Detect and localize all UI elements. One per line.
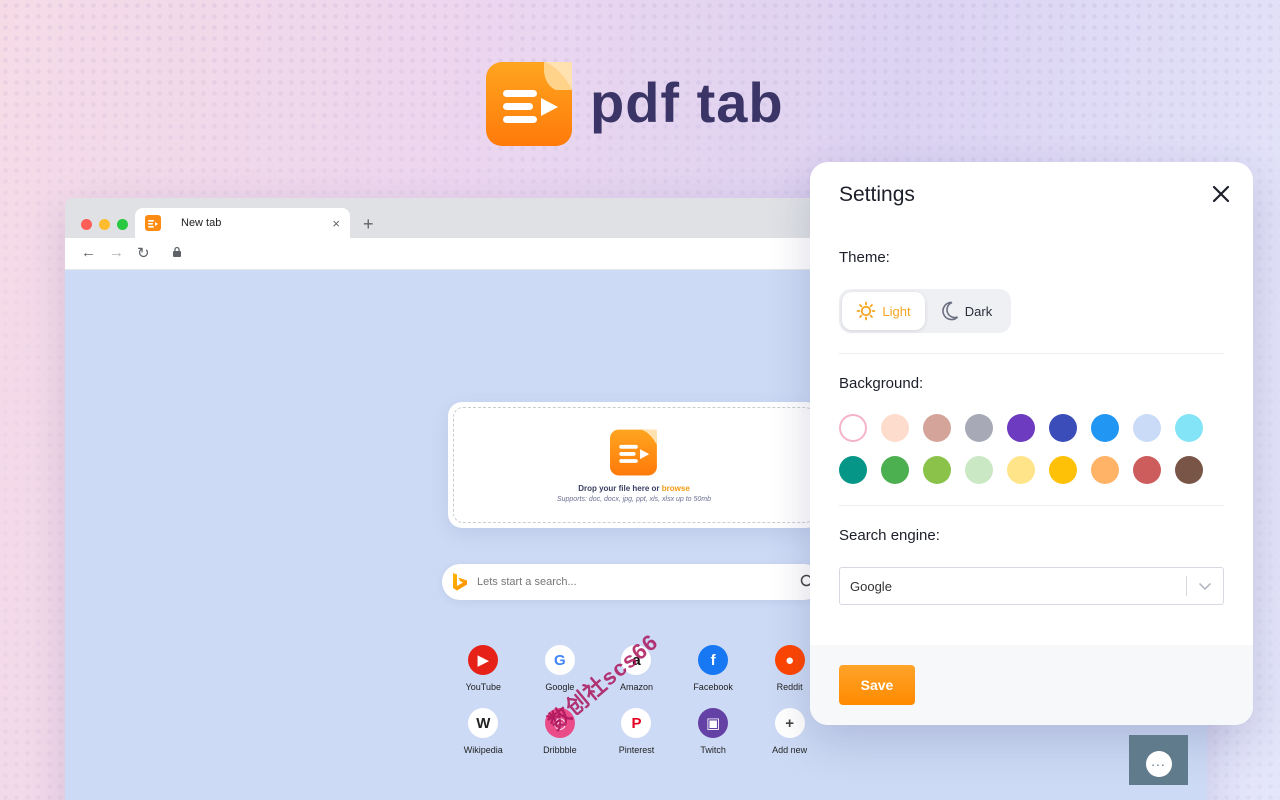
chat-ellipsis: ... <box>1151 753 1166 769</box>
shortcut-wikipedia[interactable]: W Wikipedia <box>445 708 522 755</box>
sun-icon <box>856 301 876 321</box>
background-label: Background: <box>839 375 924 392</box>
shortcut-facebook[interactable]: f Facebook <box>675 645 752 692</box>
pinterest-icon: P <box>621 708 652 738</box>
file-drop-zone[interactable]: Drop your file here or browse Supports: … <box>448 402 820 528</box>
google-icon: G <box>544 645 575 675</box>
new-tab-button[interactable]: + <box>363 215 374 233</box>
theme-light-label: Light <box>882 303 911 319</box>
shortcut-label: Pinterest <box>618 745 655 755</box>
shortcut-label: YouTube <box>465 682 501 692</box>
search-engine-label: Search engine: <box>839 527 940 544</box>
shortcut-label: Twitch <box>700 745 726 755</box>
background-swatch[interactable] <box>881 414 909 442</box>
shortcut-label: Reddit <box>776 682 803 692</box>
chat-bubble-icon: ... <box>1145 751 1172 777</box>
shortcut-label: Dribbble <box>543 745 577 755</box>
chat-widget[interactable]: ... <box>1129 735 1188 785</box>
background-swatch[interactable] <box>1091 456 1119 484</box>
moon-icon <box>941 301 958 321</box>
section-divider <box>839 353 1224 354</box>
shortcut-youtube[interactable]: ▶ YouTube <box>445 645 522 692</box>
supported-formats: Supports: doc, docx, jpg, ppt, xls, xlsx… <box>556 495 712 503</box>
theme-toggle: Light Dark <box>839 289 1011 333</box>
maximize-window-button[interactable] <box>117 219 128 230</box>
background-swatch[interactable] <box>881 456 909 484</box>
minimize-window-button[interactable] <box>99 219 110 230</box>
bing-icon <box>453 573 467 591</box>
pdf-tab-logo-icon <box>486 62 572 146</box>
shortcut-label: Wikipedia <box>463 745 503 755</box>
drop-instructions: Drop your file here or browse <box>578 484 690 493</box>
close-icon[interactable] <box>1209 182 1233 206</box>
reload-icon[interactable]: ↻ <box>137 244 150 262</box>
background-swatch[interactable] <box>965 456 993 484</box>
pdf-tab-favicon-icon <box>145 215 161 231</box>
theme-light-option[interactable]: Light <box>842 292 925 330</box>
background-swatch[interactable] <box>1007 414 1035 442</box>
tab-close-icon[interactable]: × <box>332 216 340 231</box>
search-engine-value: Google <box>850 578 892 594</box>
background-swatch[interactable] <box>839 456 867 484</box>
add-new-icon: + <box>774 708 805 738</box>
youtube-icon: ▶ <box>468 645 499 675</box>
background-swatches <box>839 414 1219 484</box>
background-swatch[interactable] <box>1007 456 1035 484</box>
drop-text: Drop your file here or <box>578 483 660 493</box>
theme-dark-label: Dark <box>964 303 993 319</box>
background-swatch[interactable] <box>1175 456 1203 484</box>
search-bar <box>442 564 822 600</box>
wikipedia-icon: W <box>468 708 499 738</box>
save-button[interactable]: Save <box>839 665 915 705</box>
background-swatch[interactable] <box>1133 456 1161 484</box>
chevron-down-icon[interactable] <box>1187 581 1223 591</box>
background-swatch[interactable] <box>1175 414 1203 442</box>
tab-title: New tab <box>181 217 222 229</box>
close-window-button[interactable] <box>81 219 92 230</box>
back-arrow-icon[interactable]: ← <box>81 244 96 261</box>
background-swatch[interactable] <box>965 414 993 442</box>
browser-tab[interactable]: New tab × <box>135 208 350 238</box>
theme-dark-option[interactable]: Dark <box>925 292 1008 330</box>
theme-label: Theme: <box>839 249 890 266</box>
twitch-icon: ▣ <box>698 708 729 738</box>
reddit-icon: ● <box>774 645 805 675</box>
settings-footer: Save <box>810 645 1253 725</box>
pdf-tab-logo-icon <box>610 429 657 475</box>
settings-panel: Settings Theme: Light Dark Background: S… <box>810 162 1253 725</box>
background-swatch[interactable] <box>1133 414 1161 442</box>
background-swatch[interactable] <box>1049 456 1077 484</box>
browse-link[interactable]: browse <box>662 484 690 493</box>
background-swatch[interactable] <box>923 456 951 484</box>
brand-name: pdf tab <box>590 71 784 134</box>
background-swatch[interactable] <box>1091 414 1119 442</box>
file-drop-area[interactable]: Drop your file here or browse Supports: … <box>453 407 815 523</box>
lock-icon <box>173 246 181 257</box>
settings-title: Settings <box>839 183 915 206</box>
shortcut-pinterest[interactable]: P Pinterest <box>598 708 675 755</box>
shortcut-twitch[interactable]: ▣ Twitch <box>675 708 752 755</box>
background-swatch[interactable] <box>1049 414 1077 442</box>
shortcut-label: Add new <box>772 745 808 755</box>
facebook-icon: f <box>698 645 729 675</box>
shortcut-label: Facebook <box>693 682 733 692</box>
background-swatch[interactable] <box>839 414 867 442</box>
window-controls <box>81 219 128 230</box>
brand-header: pdf tab <box>486 60 784 146</box>
search-engine-select[interactable]: Google <box>839 567 1224 605</box>
shortcut-label: Amazon <box>619 682 653 692</box>
search-input[interactable] <box>477 576 800 588</box>
forward-arrow-icon[interactable]: → <box>109 244 124 261</box>
background-swatch[interactable] <box>923 414 951 442</box>
section-divider <box>839 505 1224 506</box>
